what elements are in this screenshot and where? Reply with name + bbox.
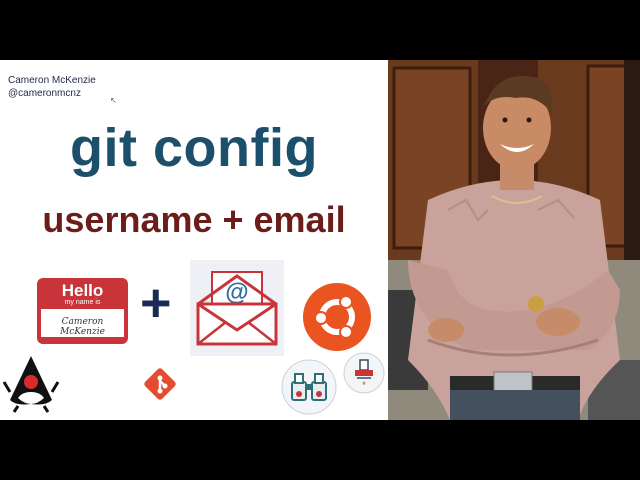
name-tag-name: Cameron McKenzie [60,317,105,337]
name-tag: Hello my name is Cameron McKenzie [37,278,128,344]
author-block: Cameron McKenzie @cameronmcnz [8,74,96,100]
author-name: Cameron McKenzie [8,75,96,86]
author-handle: @cameronmcnz [8,88,81,99]
git-logo-icon [142,366,178,402]
mouse-cursor-icon: ↖ [110,96,117,105]
cleaner-icon: * [343,352,385,394]
binoculars-icon [280,358,338,416]
java-duke-icon [2,352,60,414]
name-tag-name-area: Cameron McKenzie [41,309,124,337]
plus-sign: + [140,273,172,333]
video-frame: Cameron McKenzie @cameronmcnz ↖ git conf… [0,0,640,480]
slide-subtitle: username + email [42,199,346,240]
name-tag-hello: Hello [61,281,104,300]
svg-text:*: * [362,380,366,390]
name-tag-my-name-is: my name is [64,299,101,306]
ubuntu-logo-icon [302,282,372,352]
slide-title: git config [70,118,318,178]
presentation-slide: Cameron McKenzie @cameronmcnz ↖ git conf… [0,60,388,420]
email-envelope-icon: @ [190,260,284,356]
presenter-photo [388,60,640,420]
